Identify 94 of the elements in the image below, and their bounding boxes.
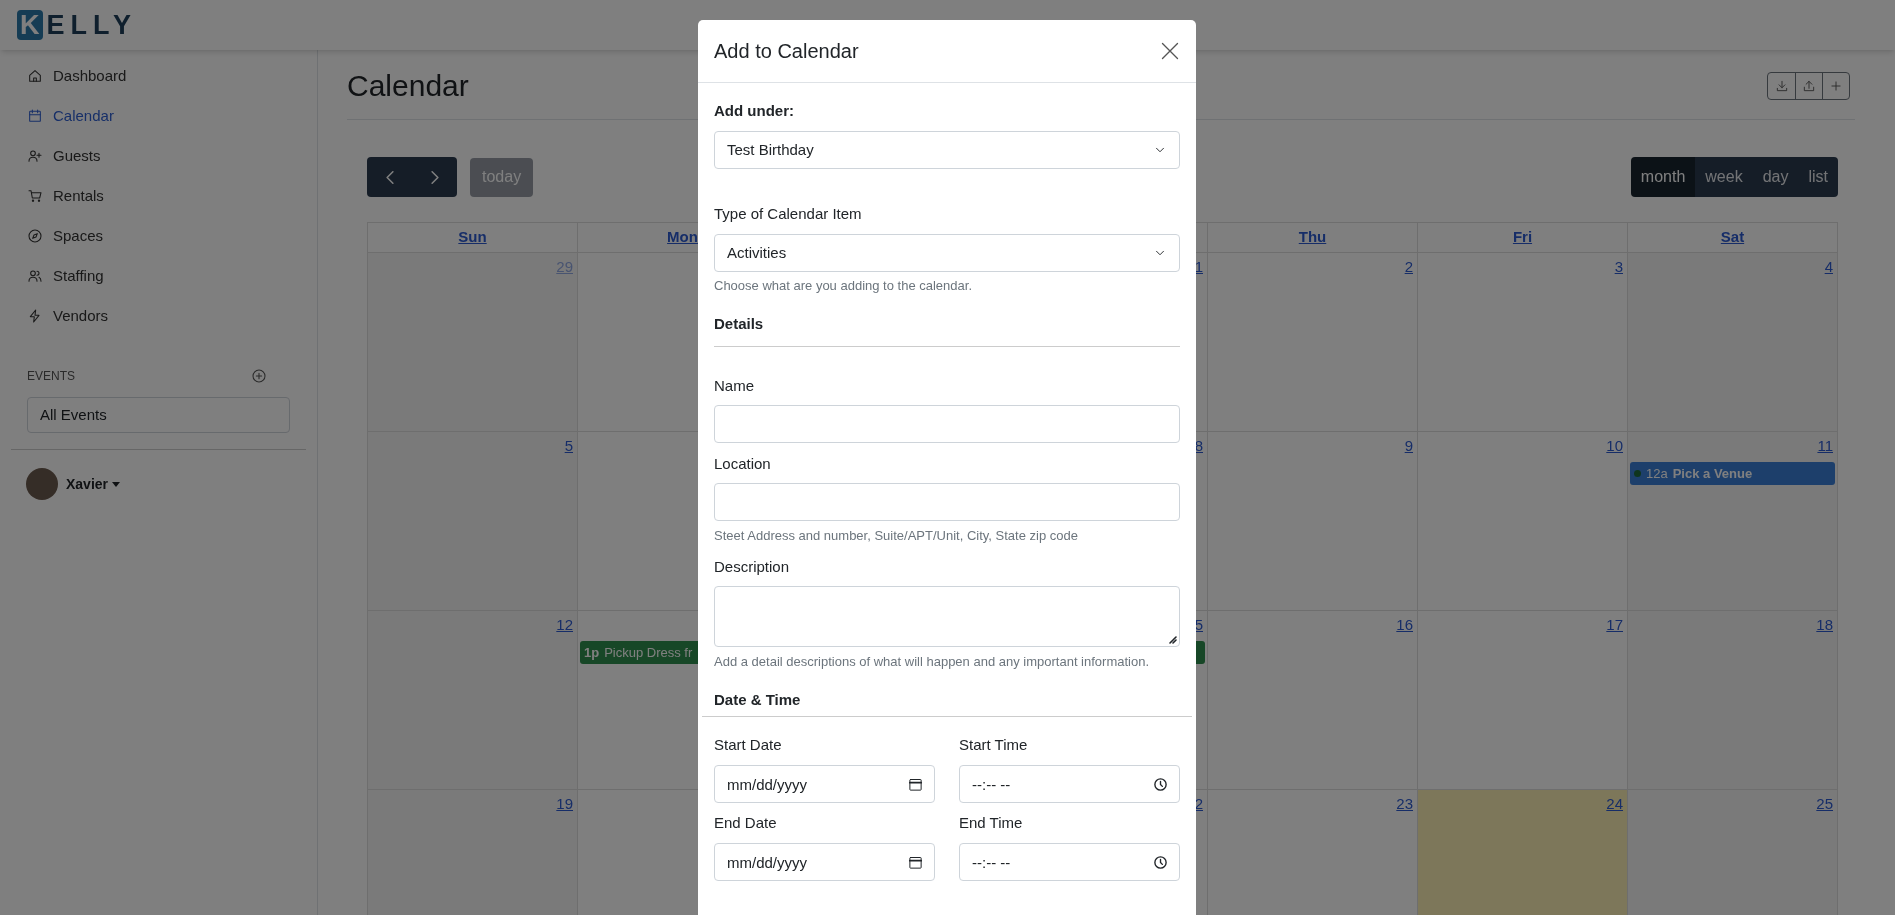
view-tab[interactable]: month [1630, 157, 1696, 197]
weekday-link[interactable]: Mon [667, 226, 698, 249]
event-title: Pick a Venue [1672, 464, 1753, 483]
field-label: End Time [959, 813, 1024, 833]
sidebar-item[interactable]: Rentals [0, 176, 317, 216]
caret-icon [112, 481, 121, 487]
sidebar-item[interactable]: Calendar [0, 96, 317, 136]
chevron-left-icon [385, 170, 394, 184]
house-icon [27, 68, 43, 84]
select-field[interactable]: Test Birthday [714, 131, 1180, 169]
add-icon [251, 368, 267, 384]
field-label: End Date [714, 813, 778, 833]
section-heading: EVENTS [27, 368, 75, 385]
day-number[interactable]: 8 [1194, 436, 1203, 456]
sidebar-item[interactable]: Spaces [0, 216, 317, 256]
download-icon [1774, 78, 1789, 93]
day-number[interactable]: 11 [1817, 436, 1833, 456]
avatar [26, 468, 58, 500]
chevron-right-icon [430, 170, 439, 184]
day-number[interactable]: 25 [1816, 794, 1833, 814]
field-label: Start Date [714, 735, 783, 755]
modal-title: Add to Calendar [714, 39, 859, 64]
day-number[interactable]: 4 [1824, 257, 1833, 277]
sidebar-item[interactable]: Vendors [0, 296, 317, 336]
close-button[interactable] [1160, 41, 1180, 61]
view-tab[interactable]: week [1695, 157, 1753, 197]
clock-icon [1153, 855, 1168, 870]
help-text: Choose what are you adding to the calendar. [714, 277, 973, 295]
day-number[interactable]: 9 [1404, 436, 1413, 456]
event-time: 12a [1646, 464, 1668, 483]
weekday-link[interactable]: Thu [1298, 226, 1327, 249]
compass-icon [27, 228, 43, 244]
calendar-icon [908, 777, 923, 792]
cart-icon [27, 188, 43, 204]
input-field[interactable] [714, 405, 1180, 443]
day-number[interactable]: 16 [1396, 615, 1413, 635]
day-number[interactable]: 23 [1396, 794, 1413, 814]
input-field[interactable] [714, 483, 1180, 521]
upload-icon [1802, 78, 1816, 93]
users-icon [27, 268, 43, 284]
help-text: Add a detail descriptions of what will happen and any important information. [714, 653, 1151, 671]
plus-icon [1829, 78, 1843, 93]
sidebar-item[interactable]: Guests [0, 136, 317, 176]
resize-handle-icon [1167, 634, 1177, 644]
day-number[interactable]: 10 [1606, 436, 1623, 456]
weekday-link[interactable]: Sat [1720, 226, 1745, 249]
sidebar-item[interactable]: Staffing [0, 256, 317, 296]
day-number[interactable]: 18 [1816, 615, 1833, 635]
field-label: Add under: [714, 101, 795, 121]
date-field[interactable]: mm/dd/yyyy [714, 765, 935, 803]
help-text: Steet Address and number, Suite/APT/Unit, City, State zip code [714, 527, 1079, 545]
events-filter[interactable]: All Events [27, 397, 290, 433]
section-heading: Details [714, 312, 1180, 347]
field-label: Name [714, 376, 755, 396]
prev-button[interactable] [367, 157, 412, 197]
event-bar[interactable]: 12a Pick a Venue [1630, 462, 1835, 485]
weekday-link[interactable]: Sun [458, 226, 487, 249]
day-number[interactable]: 5 [564, 436, 573, 456]
user-menu[interactable]: Xavier [66, 473, 121, 495]
section-heading: Date & Time [702, 688, 1192, 717]
field-label: Type of Calendar Item [714, 204, 863, 224]
calendar-icon [27, 108, 43, 124]
logo-mark[interactable]: K [17, 10, 43, 40]
time-field[interactable]: --:-- -- [959, 843, 1180, 881]
event-title: Pickup Dress fr [604, 643, 693, 662]
select-field[interactable]: Activities [714, 234, 1180, 272]
day-number[interactable]: 12 [556, 615, 573, 635]
clock-icon [1153, 777, 1168, 792]
time-field[interactable]: --:-- -- [959, 765, 1180, 803]
day-number[interactable]: 17 [1606, 615, 1623, 635]
day-number[interactable]: 2 [1404, 257, 1413, 277]
day-number[interactable]: 1 [1194, 257, 1203, 277]
close-icon [1160, 41, 1180, 61]
day-number[interactable]: 5 [1194, 615, 1203, 635]
sidebar-item[interactable]: Dashboard [0, 56, 317, 96]
day-number[interactable]: 24 [1606, 794, 1623, 814]
field-label: Description [714, 557, 791, 577]
weekday-link[interactable]: Fri [1512, 226, 1533, 249]
lightning-icon [27, 308, 43, 324]
day-number[interactable]: 2 [1194, 794, 1203, 814]
field-label: Start Time [959, 735, 1029, 755]
page-title: Calendar [347, 68, 469, 104]
next-button[interactable] [412, 157, 457, 197]
date-field[interactable]: mm/dd/yyyy [714, 843, 935, 881]
field-label: Location [714, 454, 772, 474]
logo-text[interactable]: ELLY [46, 10, 138, 40]
user-plus-icon [27, 148, 43, 164]
view-tab[interactable]: day [1752, 157, 1799, 197]
day-number[interactable]: 19 [556, 794, 573, 814]
view-tab[interactable]: list [1798, 157, 1838, 197]
calendar-icon [908, 855, 923, 870]
event-time: 1p [584, 643, 600, 662]
day-number[interactable]: 3 [1614, 257, 1623, 277]
text-area[interactable] [714, 586, 1180, 647]
